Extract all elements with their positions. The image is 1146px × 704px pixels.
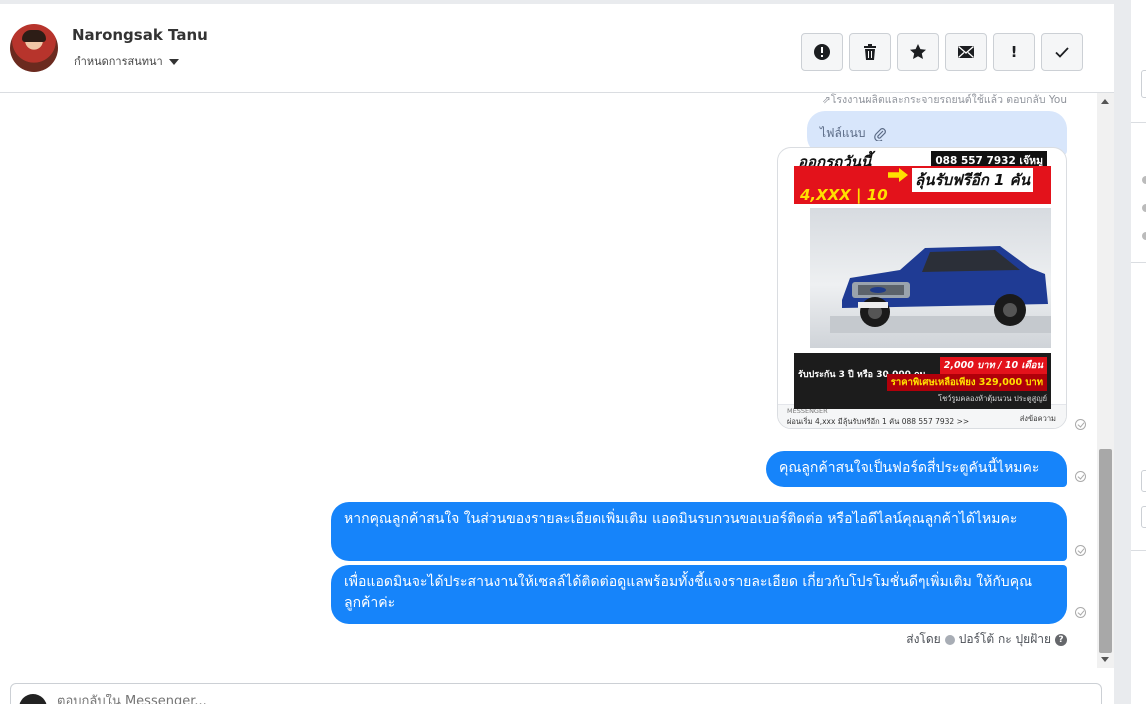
exclamation-icon: ! [1010, 43, 1018, 61]
ad-address: โชว์รูมคลองห้าตุ้มนวน ประตูสูญย์ [938, 394, 1047, 403]
panel-dot-icon [1142, 176, 1146, 184]
star-icon [910, 44, 926, 59]
contact-avatar[interactable] [10, 24, 58, 72]
panel-divider-line [1131, 122, 1146, 123]
attachment-label-row: ไฟล์แนบ [820, 124, 887, 143]
seen-check-icon [1075, 419, 1086, 430]
message-bubble[interactable]: คุณลูกค้าสนใจเป็นฟอร์ดสี่ประตูคันนี้ไหมค… [766, 451, 1067, 487]
attachment-label: ไฟล์แนบ [820, 126, 866, 140]
page-avatar [19, 694, 47, 704]
message-bubble[interactable]: หากคุณลูกค้าสนใจ ในส่วนของรายละเอียดเพิ่… [331, 502, 1067, 561]
help-icon[interactable]: ? [1055, 633, 1067, 646]
alert-circle-icon [814, 44, 830, 60]
sent-by-row: ส่งโดย ปอร์โต้ กะ ปุยฝ้าย ? [906, 630, 1067, 649]
status-dot-icon [944, 634, 955, 645]
truck-photo [810, 208, 1051, 348]
caret-down-icon [168, 59, 179, 65]
panel-divider [1114, 0, 1131, 704]
star-button[interactable] [897, 33, 939, 71]
mark-unread-button[interactable] [945, 33, 987, 71]
thread-scrollbar[interactable] [1097, 93, 1114, 668]
assign-conversation-dropdown[interactable]: กำหนดการสนทนา [74, 52, 179, 70]
seen-check-icon [1075, 607, 1086, 618]
header-actions: ! [801, 33, 1083, 71]
scroll-down-icon[interactable] [1101, 657, 1109, 662]
panel-divider-line [1131, 550, 1146, 551]
check-icon [1055, 47, 1069, 58]
ad-free-line: ลุ้นรับฟรีอีก 1 คัน [912, 168, 1033, 192]
sent-by-name: ปอร์โต้ กะ ปุยฝ้าย [958, 632, 1051, 646]
reply-input[interactable] [57, 694, 657, 704]
message-thread[interactable]: ⇗โรงงานผลิตและกระจายรถยนต์ใช้แล้ว ตอบกลั… [0, 93, 1097, 668]
ad-special-price: ราคาพิเศษเหลือเพียง 329,000 บาท [886, 374, 1047, 391]
message-bubble[interactable]: เพื่อแอดมินจะได้ประสานงานให้เซลล์ได้ติดต… [331, 565, 1067, 624]
mark-important-button[interactable]: ! [993, 33, 1035, 71]
truck-illustration [830, 246, 1051, 333]
trash-icon [864, 44, 876, 60]
mark-spam-button[interactable] [801, 33, 843, 71]
conversation-header: Narongsak Tanu กำหนดการสนทนา ! [0, 0, 1114, 93]
panel-dot-icon [1142, 204, 1146, 212]
envelope-icon [958, 45, 974, 58]
contact-name[interactable]: Narongsak Tanu [72, 26, 208, 44]
panel-field[interactable] [1141, 470, 1146, 492]
ad-price-line: 4,XXX | 10 [800, 186, 888, 204]
sent-by-label: ส่งโดย [906, 632, 941, 646]
delete-button[interactable] [849, 33, 891, 71]
mark-done-button[interactable] [1041, 33, 1083, 71]
ad-bottom-strip: รับประกัน 3 ปี หรือ 30,000 กม. 2,000 บาท… [794, 353, 1051, 409]
reply-composer[interactable] [10, 683, 1102, 704]
scroll-up-icon[interactable] [1101, 99, 1109, 104]
send-message-cta[interactable]: ส่งข้อความ [1020, 413, 1056, 425]
right-info-panel [1131, 0, 1146, 704]
inbox-conversation-view: Narongsak Tanu กำหนดการสนทนา ! ⇗โรงงานผล… [0, 0, 1146, 704]
seen-check-icon [1075, 545, 1086, 556]
panel-field[interactable] [1141, 506, 1146, 528]
paperclip-icon [874, 127, 887, 141]
ad-monthly: 2,000 บาท / 10 เดือน [939, 357, 1047, 374]
footer-text: ผ่อนเริ่ม 4,xxx มีลุ้นรับฟรีอีก 1 คัน 08… [787, 417, 970, 426]
panel-dot-icon [1142, 232, 1146, 240]
panel-field[interactable] [1141, 70, 1146, 98]
assign-label: กำหนดการสนทนา [74, 55, 163, 68]
seen-check-icon [1075, 471, 1086, 482]
scroll-thumb[interactable] [1099, 449, 1112, 653]
panel-divider-line [1131, 262, 1146, 263]
reply-context-text: ⇗โรงงานผลิตและกระจายรถยนต์ใช้แล้ว ตอบกลั… [821, 94, 1067, 106]
